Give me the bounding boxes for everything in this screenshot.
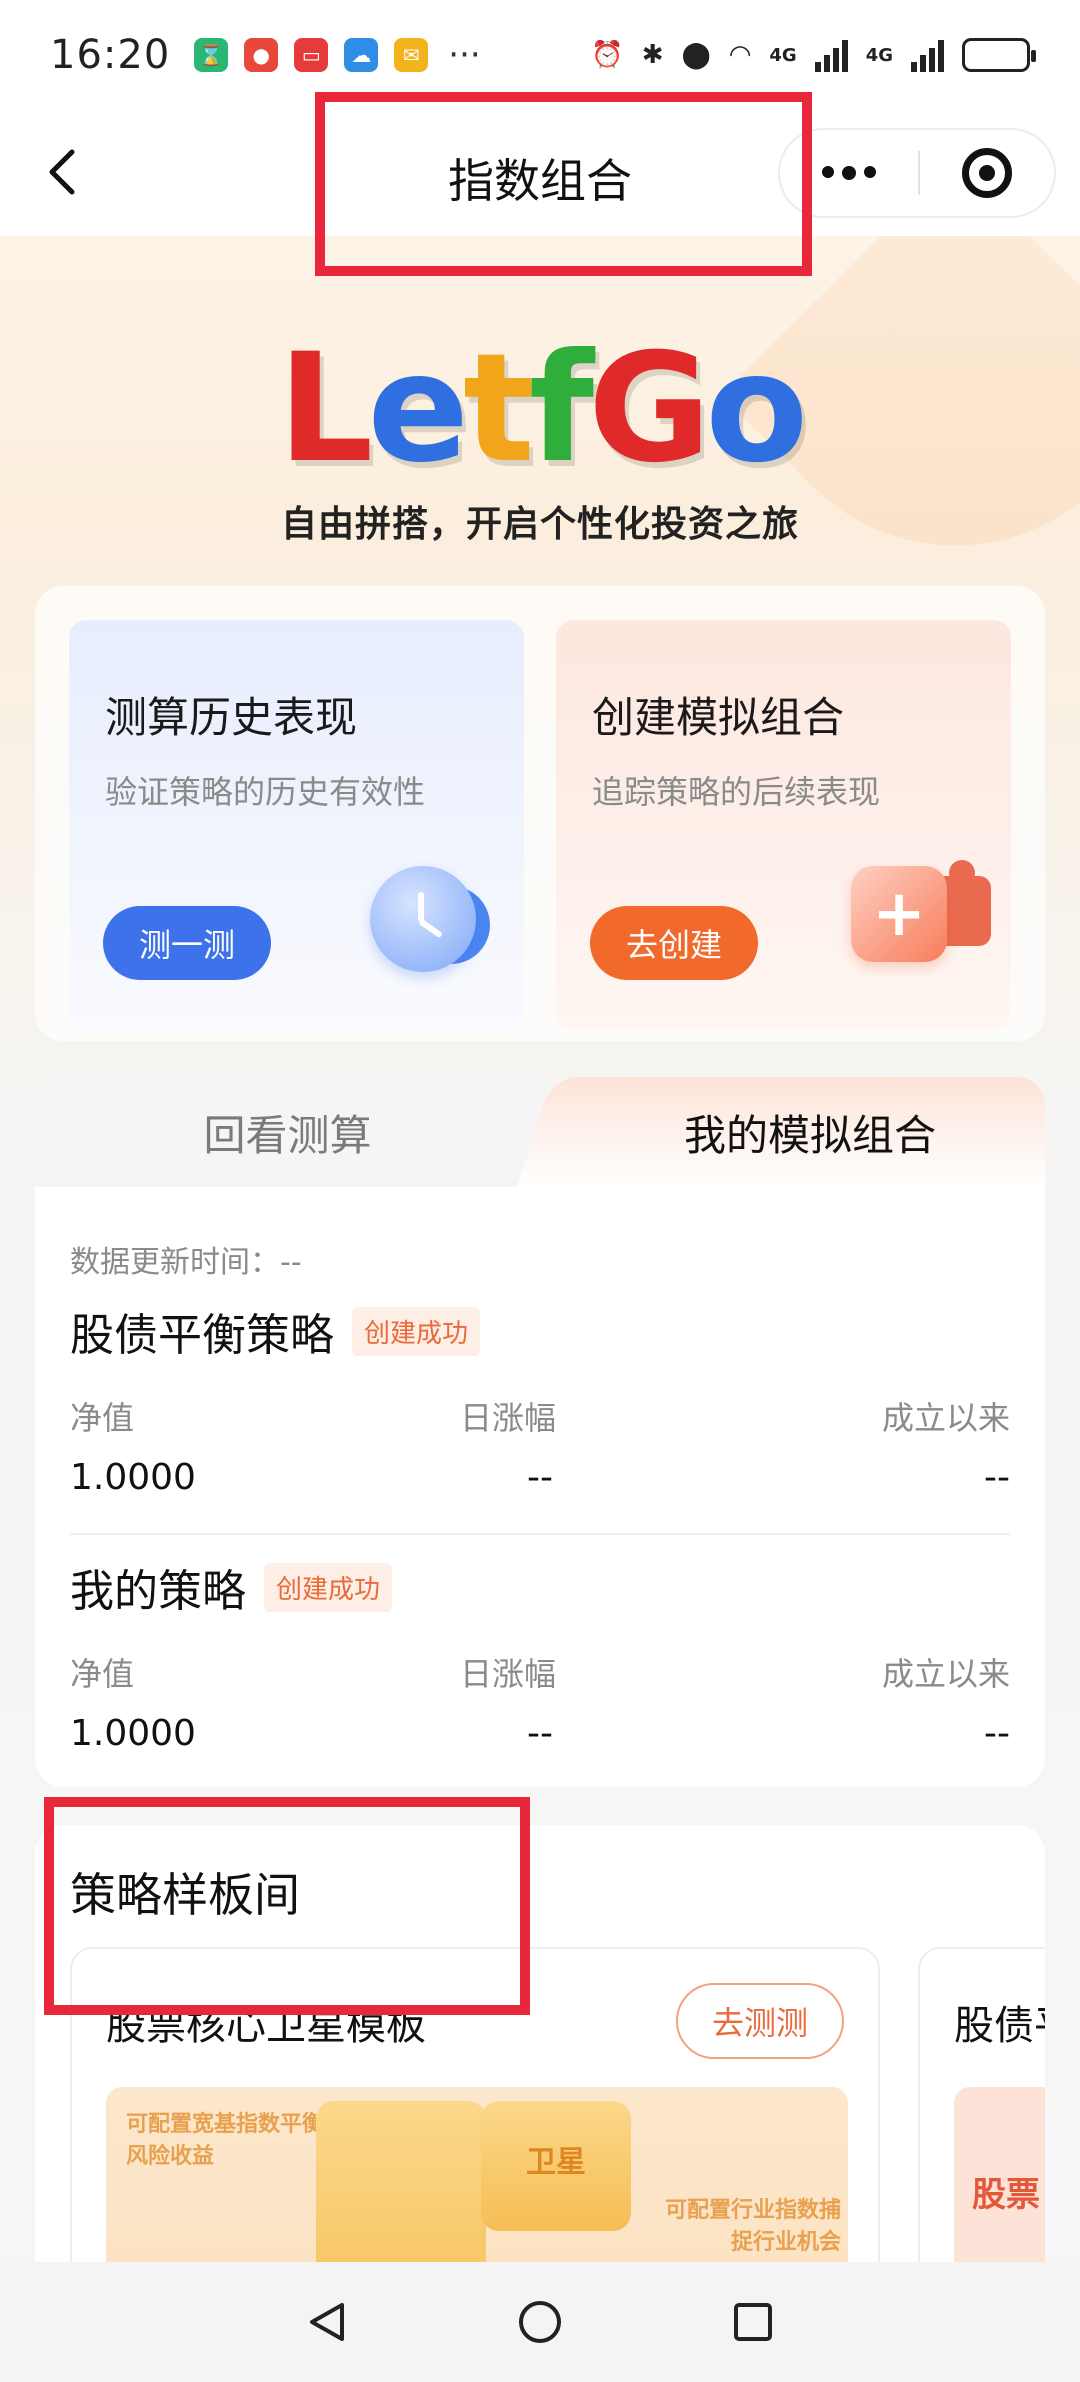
- card-subtitle: 追踪策略的后续表现: [592, 773, 881, 811]
- test-button[interactable]: 测一测: [103, 906, 272, 980]
- card-subtitle: 验证策略的历史有效性: [105, 773, 426, 811]
- strategy-name: 股债平衡策略: [70, 1310, 334, 1361]
- plus-puzzle-icon: +: [841, 860, 991, 976]
- divider: [70, 1533, 1010, 1535]
- template-name: 股债平: [954, 2003, 1045, 2049]
- system-nav-bar: [0, 2262, 1080, 2382]
- banner-text-right: 可配置行业指数捕捉行业机会: [664, 2198, 841, 2255]
- tabs-header: 回看测算 我的模拟组合: [35, 1077, 1045, 1187]
- more-notifications-icon: ···: [448, 35, 481, 75]
- logo-letter: G: [588, 322, 711, 496]
- tab-backtest[interactable]: 回看测算: [35, 1077, 540, 1187]
- logo-letter: L: [277, 322, 374, 496]
- mail-app-icon: ✉: [394, 38, 429, 72]
- tab-label: 我的模拟组合: [683, 1110, 936, 1160]
- system-recents-button[interactable]: [728, 2297, 778, 2347]
- mini-program-capsule: [778, 128, 1056, 218]
- alarm-icon: ⏰: [591, 40, 624, 70]
- network-label-2: 4G: [865, 44, 893, 66]
- metric-label-daily: 日涨幅: [459, 1399, 556, 1437]
- target-icon: [962, 148, 1012, 198]
- square-recents-icon: [734, 2303, 773, 2341]
- system-home-button[interactable]: [515, 2297, 565, 2347]
- card-title: 测算历史表现: [105, 693, 358, 742]
- annotation-box-templates: [44, 1797, 530, 2015]
- red-app-icon: ▭: [294, 38, 329, 72]
- banner-text-left: 可配置宽基指数平衡风险收益: [126, 2112, 325, 2169]
- create-portfolio-card[interactable]: 创建模拟组合 追踪策略的后续表现 去创建 +: [556, 620, 1011, 1030]
- update-time: 数据更新时间：--: [70, 1245, 302, 1280]
- tab-my-portfolio[interactable]: 我的模拟组合: [575, 1077, 1045, 1187]
- logo-letter: e: [367, 322, 469, 496]
- status-badge: 创建成功: [264, 1562, 393, 1612]
- metric-value-nav: 1.0000: [70, 1713, 196, 1754]
- metric-value-daily: --: [527, 1713, 553, 1754]
- circle-home-icon: [518, 2301, 561, 2343]
- metric-label-since: 成立以来: [881, 1655, 1010, 1693]
- wifi-icon: ◠: [728, 40, 752, 70]
- status-badge: 创建成功: [352, 1306, 481, 1356]
- card-title: 创建模拟组合: [592, 693, 845, 742]
- metric-value-since: --: [984, 1457, 1010, 1498]
- status-right: ⏰ ✱ ⬤ ◠ 4G 4G: [591, 38, 1036, 72]
- hourglass-app-icon: ⌛: [194, 38, 229, 72]
- fire-app-icon: ●: [244, 38, 279, 72]
- metric-value-daily: --: [527, 1457, 553, 1498]
- cloud-app-icon: ☁: [344, 38, 379, 72]
- metric-value-nav: 1.0000: [70, 1457, 196, 1498]
- battery-icon: [962, 38, 1036, 72]
- logo-letter: f: [528, 322, 594, 496]
- strategy-name: 我的策略: [70, 1566, 246, 1617]
- portfolio-tabs-panel: 回看测算 我的模拟组合 数据更新时间：-- 股债平衡策略 创建成功 净值 日涨幅…: [35, 1077, 1045, 1787]
- signal-icon: [814, 38, 848, 72]
- banner-text: 股票: [972, 2175, 1040, 2215]
- network-label-1: 4G: [769, 44, 797, 66]
- logo-letter: o: [705, 322, 808, 496]
- bluetooth-icon: ✱: [641, 40, 664, 70]
- signal-icon-2: [911, 38, 944, 72]
- slogan: 自由拼搭，开启个性化投资之旅: [280, 504, 799, 545]
- strategy-item[interactable]: 股债平衡策略 创建成功 净值 日涨幅 成立以来 1.0000 -- --: [70, 1299, 1010, 1498]
- clock-icon: [360, 866, 490, 976]
- strategy-item[interactable]: 我的策略 创建成功 净值 日涨幅 成立以来 1.0000 -- --: [70, 1555, 1010, 1754]
- metric-label-nav: 净值: [70, 1655, 135, 1693]
- location-icon: ⬤: [681, 40, 711, 70]
- system-back-button[interactable]: [302, 2297, 352, 2347]
- metric-value-since: --: [984, 1713, 1010, 1754]
- try-template-button[interactable]: 去测测: [675, 1983, 844, 2059]
- triangle-back-icon: [309, 2303, 344, 2341]
- metric-label-nav: 净值: [70, 1399, 135, 1437]
- status-time: 16:20: [50, 32, 171, 78]
- metric-label-since: 成立以来: [881, 1399, 1010, 1437]
- close-mini-program-button[interactable]: [920, 148, 1054, 198]
- metric-label-daily: 日涨幅: [459, 1655, 556, 1693]
- annotation-box-title: [315, 92, 812, 276]
- action-cards-panel: 测算历史表现 验证策略的历史有效性 测一测 创建模拟组合 追踪策略的后续表现 去…: [35, 586, 1045, 1041]
- create-button[interactable]: 去创建: [590, 906, 759, 980]
- letfgo-logo: LetfGo: [0, 322, 1080, 496]
- logo-letter: t: [463, 322, 535, 496]
- piece-label-satellite: 卫星: [526, 2145, 586, 2180]
- backtest-card[interactable]: 测算历史表现 验证策略的历史有效性 测一测: [69, 620, 524, 1030]
